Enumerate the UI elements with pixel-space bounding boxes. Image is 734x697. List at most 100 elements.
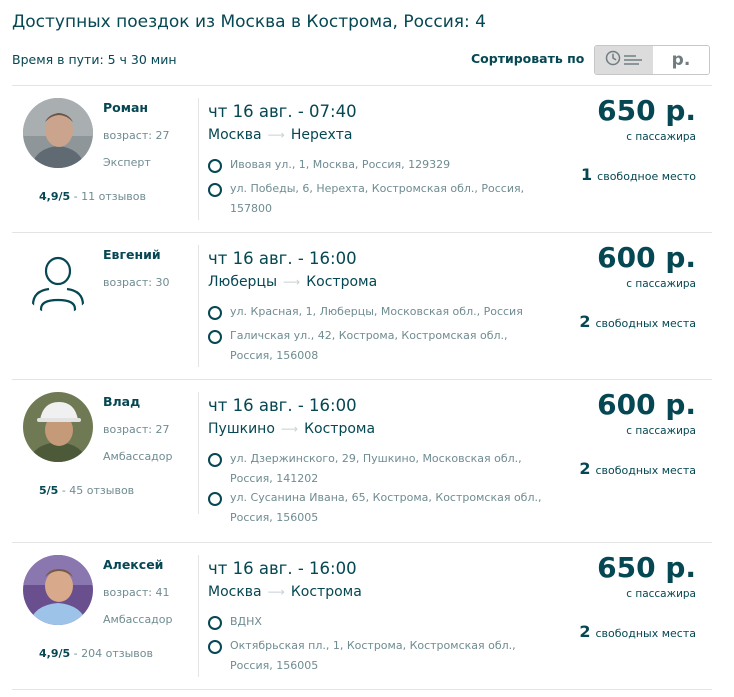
- sort-label: Сортировать по: [471, 51, 585, 66]
- clock-icon: [605, 50, 621, 70]
- dropoff-stop: Октябрьская пл., 1, Кострома, Костромска…: [208, 639, 550, 676]
- dropoff-stop: ул. Сусанина Ивана, 65, Кострома, Костро…: [208, 491, 550, 528]
- pickup-stop: Ивовая ул., 1, Москва, Россия, 129329: [208, 158, 550, 175]
- rating-score: 5/5: [39, 484, 59, 497]
- trip-price: 650 р.: [597, 94, 696, 127]
- pickup-stop: ул. Дзержинского, 29, Пушкино, Московска…: [208, 452, 550, 489]
- driver-rating: 4,9/5 - 204 отзывов: [39, 647, 153, 660]
- arrow-right-icon: ⟶: [267, 128, 285, 142]
- driver-age: возраст: 27: [103, 129, 170, 142]
- circle-icon: [208, 330, 222, 344]
- seats-text: свободных места: [595, 464, 696, 477]
- price-per-passenger: с пассажира: [626, 425, 696, 437]
- sort-by-price-button[interactable]: р.: [653, 46, 709, 74]
- rating-reviews: - 204 отзывов: [70, 647, 153, 660]
- sort-by-time-button[interactable]: [595, 46, 653, 74]
- circle-icon: [208, 159, 222, 173]
- seats-count: 2: [579, 312, 591, 331]
- trip-route: Люберцы ⟶ Кострома: [208, 274, 377, 290]
- sort-toggle: р.: [594, 45, 710, 75]
- divider: [198, 392, 199, 514]
- circle-icon: [208, 453, 222, 467]
- trip-datetime: чт 16 авг. - 16:00: [208, 396, 357, 415]
- pickup-stop: ул. Красная, 1, Люберцы, Московская обл.…: [208, 305, 550, 322]
- available-seats: 1 свободное место: [581, 165, 696, 184]
- trip-datetime: чт 16 авг. - 16:00: [208, 249, 357, 268]
- driver-level: Амбассадор: [103, 613, 173, 626]
- divider: [12, 689, 712, 690]
- route-to: Кострома: [290, 584, 362, 600]
- seats-text: свободных места: [595, 627, 696, 640]
- driver-rating: 4,9/5 - 11 отзывов: [39, 190, 146, 203]
- circle-icon: [208, 640, 222, 654]
- driver-level: Амбассадор: [103, 450, 173, 463]
- avatar: [23, 392, 93, 462]
- driver-name[interactable]: Евгений: [103, 247, 161, 262]
- driver-name[interactable]: Роман: [103, 100, 148, 115]
- driver-age: возраст: 30: [103, 276, 170, 289]
- pickup-stop: ВДНХ: [208, 615, 550, 632]
- route-from: Пушкино: [208, 421, 275, 437]
- rating-reviews: - 11 отзывов: [70, 190, 146, 203]
- page-title: Доступных поездок из Москва в Кострома, …: [12, 12, 486, 32]
- dropoff-address: Галичская ул., 42, Кострома, Костромская…: [230, 329, 508, 362]
- dropoff-address: ул. Сусанина Ивана, 65, Кострома, Костро…: [230, 491, 542, 524]
- sort-lines-icon: [623, 51, 644, 70]
- trip-datetime: чт 16 авг. - 16:00: [208, 559, 357, 578]
- pickup-address: Ивовая ул., 1, Москва, Россия, 129329: [230, 158, 451, 171]
- trip-card[interactable]: Влад возраст: 27 Амбассадор 5/5 - 45 отз…: [12, 380, 712, 526]
- user-placeholder-icon: [23, 256, 93, 315]
- circle-icon: [208, 306, 222, 320]
- price-per-passenger: с пассажира: [626, 131, 696, 143]
- route-to: Кострома: [304, 421, 376, 437]
- seats-text: свободное место: [597, 170, 696, 183]
- avatar: [23, 245, 93, 315]
- trip-price: 600 р.: [597, 388, 696, 421]
- trip-card[interactable]: Евгений возраст: 30 чт 16 авг. - 16:00 Л…: [12, 233, 712, 379]
- trip-card[interactable]: Алексей возраст: 41 Амбассадор 4,9/5 - 2…: [12, 543, 712, 689]
- driver-level: Эксперт: [103, 156, 151, 169]
- divider: [198, 98, 199, 220]
- divider: [198, 555, 199, 677]
- trip-datetime: чт 16 авг. - 07:40: [208, 102, 357, 121]
- arrow-right-icon: ⟶: [280, 422, 299, 436]
- seats-count: 2: [579, 459, 591, 478]
- trip-card[interactable]: Роман возраст: 27 Эксперт 4,9/5 - 11 отз…: [12, 86, 712, 232]
- driver-name[interactable]: Влад: [103, 394, 140, 409]
- circle-icon: [208, 183, 222, 197]
- available-seats: 2 свободных места: [579, 459, 696, 478]
- route-to: Кострома: [306, 274, 378, 290]
- arrow-right-icon: ⟶: [267, 585, 285, 599]
- driver-name[interactable]: Алексей: [103, 557, 163, 572]
- dropoff-address: Октябрьская пл., 1, Кострома, Костромска…: [230, 639, 516, 672]
- trip-price: 600 р.: [597, 241, 696, 274]
- route-from: Москва: [208, 584, 262, 600]
- circle-icon: [208, 492, 222, 506]
- avatar: [23, 555, 93, 625]
- dropoff-stop: Галичская ул., 42, Кострома, Костромская…: [208, 329, 550, 366]
- travel-duration: Время в пути: 5 ч 30 мин: [12, 52, 177, 67]
- rating-score: 4,9/5: [39, 647, 71, 660]
- price-per-passenger: с пассажира: [626, 278, 696, 290]
- driver-age: возраст: 41: [103, 586, 170, 599]
- seats-count: 1: [581, 165, 593, 184]
- circle-icon: [208, 616, 222, 630]
- dropoff-stop: ул. Победы, 6, Нерехта, Костромская обл.…: [208, 182, 550, 219]
- seats-count: 2: [579, 622, 591, 641]
- route-from: Люберцы: [208, 274, 278, 290]
- avatar: [23, 98, 93, 168]
- route-from: Москва: [208, 127, 262, 143]
- arrow-right-icon: ⟶: [283, 275, 301, 289]
- available-seats: 2 свободных места: [579, 622, 696, 641]
- trip-price: 650 р.: [597, 551, 696, 584]
- trip-route: Москва ⟶ Кострома: [208, 584, 362, 600]
- driver-rating: 5/5 - 45 отзывов: [39, 484, 134, 497]
- route-to: Нерехта: [290, 127, 353, 143]
- dropoff-address: ул. Победы, 6, Нерехта, Костромская обл.…: [230, 182, 525, 215]
- trip-route: Пушкино ⟶ Кострома: [208, 421, 375, 437]
- rating-score: 4,9/5: [39, 190, 71, 203]
- available-seats: 2 свободных места: [579, 312, 696, 331]
- price-per-passenger: с пассажира: [626, 588, 696, 600]
- divider: [198, 245, 199, 367]
- driver-age: возраст: 27: [103, 423, 170, 436]
